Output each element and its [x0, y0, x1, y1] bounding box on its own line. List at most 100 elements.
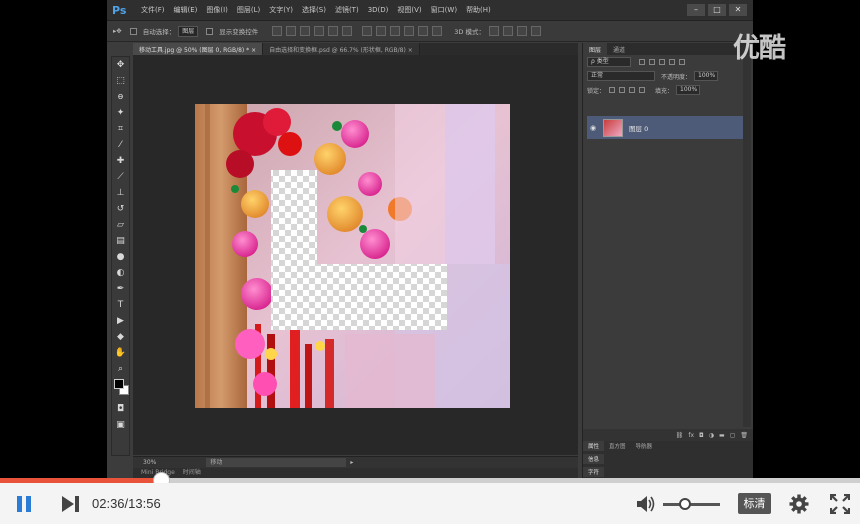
menu-help[interactable]: 帮助(H) [466, 5, 491, 15]
doc-tab-active[interactable]: 移动工具.jpg @ 50% (图层 0, RGB/8) * × [133, 43, 264, 55]
shape-tool-icon[interactable]: ◆ [112, 329, 129, 345]
panel-scrollbar[interactable] [743, 55, 751, 427]
lasso-tool-icon[interactable]: ɵ [112, 89, 129, 105]
adjustment-layer-icon[interactable]: ◑ [709, 432, 714, 439]
distribute-middle-icon[interactable] [376, 26, 387, 36]
distribute-center-icon[interactable] [418, 26, 429, 36]
add-mask-icon[interactable]: ◘ [699, 432, 704, 439]
lock-transparent-icon[interactable] [609, 87, 616, 93]
layer-filter-dropdown[interactable]: ρ 类型 [587, 57, 631, 67]
filter-smart-icon[interactable] [679, 59, 685, 65]
fill-input[interactable]: 100% [676, 85, 701, 95]
auto-select-checkbox[interactable] [129, 27, 137, 35]
menu-view[interactable]: 视图(V) [397, 5, 421, 15]
filter-shape-icon[interactable] [669, 59, 675, 65]
history-brush-icon[interactable]: ↺ [112, 201, 129, 217]
delete-layer-icon[interactable]: 🗑 [740, 432, 748, 439]
stamp-tool-icon[interactable]: ⊥ [112, 185, 129, 201]
blend-mode-dropdown[interactable]: 正常 [587, 71, 655, 81]
next-button[interactable] [62, 496, 80, 512]
close-tab-icon[interactable]: × [408, 47, 413, 54]
volume-icon[interactable] [636, 495, 656, 513]
gear-icon[interactable] [789, 494, 809, 514]
auto-select-dropdown[interactable]: 图层 [178, 25, 199, 37]
volume-slider[interactable] [663, 503, 720, 506]
pause-button[interactable] [17, 496, 33, 512]
3d-slide-icon[interactable] [530, 26, 541, 36]
filter-adjust-icon[interactable] [649, 59, 655, 65]
hand-tool-icon[interactable]: ✋ [112, 345, 129, 361]
layer-name[interactable]: 图层 0 [629, 123, 648, 133]
3d-drag-icon[interactable] [516, 26, 527, 36]
tab-histogram[interactable]: 直方图 [604, 441, 631, 451]
dodge-tool-icon[interactable]: ◐ [112, 265, 129, 281]
path-select-icon[interactable]: ▶ [112, 313, 129, 329]
align-right-icon[interactable] [342, 26, 353, 36]
distribute-top-icon[interactable] [362, 26, 373, 36]
tab-navigator[interactable]: 导航器 [631, 441, 658, 451]
close-button[interactable]: ✕ [729, 4, 747, 16]
fx-icon[interactable]: fx [688, 432, 694, 439]
status-info[interactable]: 移动 [206, 458, 347, 467]
opacity-input[interactable]: 100% [694, 71, 719, 81]
align-middle-icon[interactable] [286, 26, 297, 36]
tab-layers[interactable]: 图层 [583, 43, 608, 55]
maximize-button[interactable]: □ [708, 4, 726, 16]
layer-row[interactable]: ◉ 图层 0 [587, 116, 744, 139]
lock-all-icon[interactable] [639, 87, 646, 93]
align-center-icon[interactable] [328, 26, 339, 36]
pen-tool-icon[interactable]: ✒ [112, 281, 129, 297]
quick-mask-icon[interactable]: ◘ [112, 401, 129, 417]
eyedropper-icon[interactable]: ⁄ [112, 137, 129, 153]
menu-image[interactable]: 图像(I) [206, 5, 228, 15]
3d-roll-icon[interactable] [502, 26, 513, 36]
distribute-right-icon[interactable] [432, 26, 443, 36]
menu-edit[interactable]: 编辑(E) [174, 5, 198, 15]
menu-select[interactable]: 选择(S) [302, 5, 326, 15]
distribute-left-icon[interactable] [404, 26, 415, 36]
screen-mode-icon[interactable]: ▣ [112, 417, 129, 433]
type-tool-icon[interactable]: T [112, 297, 129, 313]
crop-tool-icon[interactable]: ⌗ [112, 121, 129, 137]
move-tool-icon[interactable]: ✥ [112, 57, 129, 73]
visibility-eye-icon[interactable]: ◉ [587, 124, 599, 132]
healing-brush-icon[interactable]: ✚ [112, 153, 129, 169]
minimize-button[interactable]: – [687, 4, 705, 16]
menu-layer[interactable]: 图层(L) [237, 5, 260, 15]
lock-pixels-icon[interactable] [619, 87, 626, 93]
blur-tool-icon[interactable]: ● [112, 249, 129, 265]
gradient-tool-icon[interactable]: ▤ [112, 233, 129, 249]
align-bottom-icon[interactable] [300, 26, 311, 36]
zoom-tool-icon[interactable]: ⌕ [112, 361, 129, 377]
foreground-color[interactable] [114, 379, 124, 389]
new-layer-icon[interactable]: ▢ [730, 432, 736, 439]
eraser-tool-icon[interactable]: ▱ [112, 217, 129, 233]
close-tab-icon[interactable]: × [251, 47, 256, 54]
distribute-bottom-icon[interactable] [390, 26, 401, 36]
color-swatches[interactable] [112, 377, 129, 401]
tab-properties[interactable]: 属性 [583, 441, 605, 451]
menu-window[interactable]: 窗口(W) [431, 5, 457, 15]
filter-type-icon[interactable] [659, 59, 665, 65]
status-arrow-icon[interactable]: ▸ [350, 459, 353, 466]
canvas-area[interactable] [133, 55, 578, 455]
filter-pixel-icon[interactable] [639, 59, 645, 65]
brush-tool-icon[interactable]: ⟋ [112, 169, 129, 185]
fullscreen-icon[interactable] [830, 494, 850, 514]
3d-rotate-icon[interactable] [488, 26, 499, 36]
menu-3d[interactable]: 3D(D) [368, 6, 389, 14]
timeline-tab[interactable]: 时间轴 [183, 469, 201, 476]
show-transform-checkbox[interactable] [206, 27, 214, 35]
document-canvas[interactable] [195, 104, 510, 408]
menu-type[interactable]: 文字(Y) [269, 5, 293, 15]
lock-position-icon[interactable] [629, 87, 636, 93]
new-group-icon[interactable]: ▬ [719, 432, 725, 439]
magic-wand-icon[interactable]: ✦ [112, 105, 129, 121]
quality-button[interactable]: 标清 [738, 493, 771, 514]
zoom-level[interactable]: 30% [143, 459, 156, 466]
marquee-tool-icon[interactable]: ⬚ [112, 73, 129, 89]
move-tool-icon[interactable]: ▸✥ [113, 27, 122, 35]
align-top-icon[interactable] [272, 26, 283, 36]
link-layers-icon[interactable]: ⛓ [676, 432, 684, 439]
align-left-icon[interactable] [314, 26, 325, 36]
